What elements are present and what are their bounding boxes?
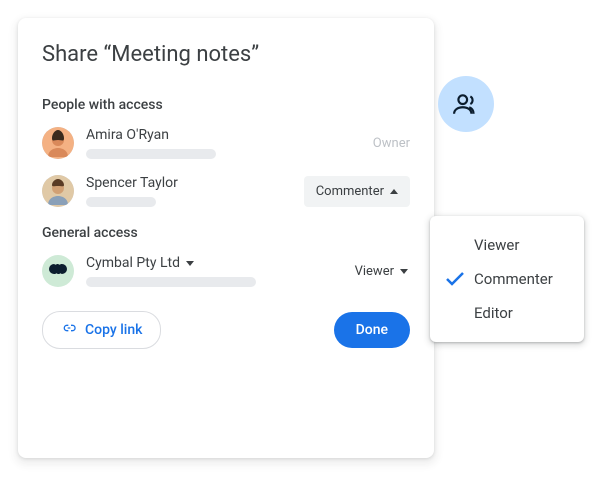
org-row: Cymbal Pty Ltd Viewer — [42, 255, 410, 287]
org-name: Cymbal Pty Ltd — [86, 255, 180, 271]
role-option-commenter[interactable]: Commenter — [430, 262, 584, 296]
copy-link-label: Copy link — [85, 322, 142, 338]
people-access-heading: People with access — [42, 97, 410, 113]
placeholder-line — [86, 277, 256, 287]
role-option-viewer[interactable]: Viewer — [430, 228, 584, 262]
chevron-down-icon — [186, 261, 194, 266]
role-select-label: Viewer — [355, 264, 394, 279]
org-avatar — [42, 255, 74, 287]
check-slot — [446, 236, 464, 254]
role-select-viewer[interactable]: Viewer — [353, 260, 410, 283]
role-select-label: Commenter — [316, 184, 384, 199]
avatar — [42, 127, 74, 159]
person-row: Spencer Taylor Commenter — [42, 175, 410, 207]
org-name-select[interactable]: Cymbal Pty Ltd — [86, 255, 353, 271]
role-option-editor[interactable]: Editor — [430, 296, 584, 330]
person-info: Spencer Taylor — [86, 175, 304, 207]
role-option-label: Viewer — [474, 236, 519, 254]
placeholder-line — [86, 197, 156, 207]
org-info: Cymbal Pty Ltd — [86, 255, 353, 287]
role-option-label: Editor — [474, 304, 513, 322]
role-option-label: Commenter — [474, 270, 553, 288]
people-icon — [453, 93, 479, 115]
link-icon — [61, 320, 77, 340]
chevron-up-icon — [390, 189, 398, 194]
placeholder-line — [86, 149, 216, 159]
avatar — [42, 175, 74, 207]
check-slot — [446, 304, 464, 322]
role-label-owner: Owner — [373, 136, 410, 151]
chevron-down-icon — [400, 269, 408, 274]
person-name: Spencer Taylor — [86, 175, 304, 191]
dialog-title: Share “Meeting notes” — [42, 42, 410, 67]
person-row: Amira O'Ryan Owner — [42, 127, 410, 159]
person-info: Amira O'Ryan — [86, 127, 373, 159]
role-dropdown-menu: Viewer Commenter Editor — [430, 216, 584, 342]
role-select-commenter[interactable]: Commenter — [304, 176, 410, 207]
person-name: Amira O'Ryan — [86, 127, 373, 143]
share-dialog: Share “Meeting notes” People with access… — [18, 18, 434, 458]
people-badge — [438, 76, 494, 132]
copy-link-button[interactable]: Copy link — [42, 311, 161, 349]
check-icon — [446, 270, 464, 288]
general-access-heading: General access — [42, 225, 410, 241]
done-button[interactable]: Done — [334, 312, 410, 348]
dialog-footer: Copy link Done — [42, 311, 410, 349]
